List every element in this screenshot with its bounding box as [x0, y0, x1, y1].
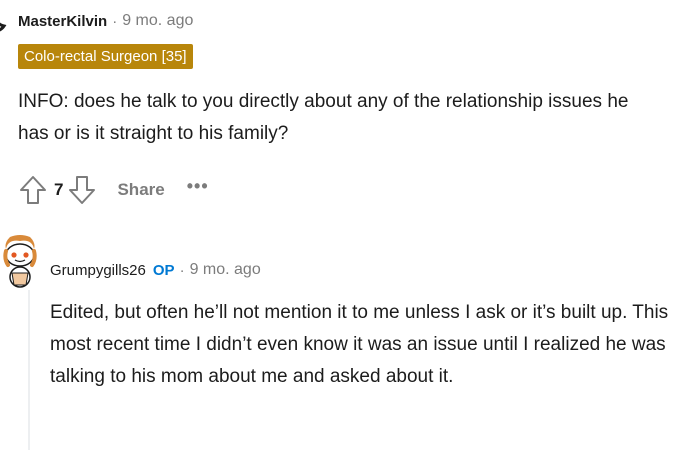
reply-text: Edited, but often he’ll not mention it t… [50, 302, 669, 387]
downvote-icon[interactable] [67, 174, 97, 206]
comment-thread: MasterKilvin · 9 mo. ago Colo-rectal Sur… [0, 0, 700, 450]
meta-separator: · [112, 12, 118, 30]
user-flair: Colo-rectal Surgeon [35] [18, 44, 193, 69]
comment-body: INFO: does he talk to you directly about… [18, 91, 629, 144]
upvote-icon[interactable] [18, 174, 48, 206]
op-badge: OP [152, 261, 175, 279]
reply-header: Grumpygills26 OP · 9 mo. ago [50, 259, 261, 281]
thread-line[interactable] [28, 290, 30, 450]
more-options-button[interactable]: ••• [187, 176, 209, 197]
share-button[interactable]: Share [117, 180, 164, 200]
comment-author[interactable]: MasterKilvin [18, 13, 107, 30]
avatar[interactable] [0, 235, 40, 289]
reply-timestamp[interactable]: 9 mo. ago [190, 261, 261, 279]
comment-header: MasterKilvin · 9 mo. ago [18, 10, 193, 32]
comment-timestamp[interactable]: 9 mo. ago [122, 12, 193, 30]
meta-separator: · [179, 261, 185, 279]
comment-actions: 7 Share ••• [18, 172, 209, 208]
avatar[interactable] [0, 4, 10, 36]
reply-body: Edited, but often he’ll not mention it t… [50, 297, 690, 393]
reply-author[interactable]: Grumpygills26 [50, 262, 146, 279]
vote-count: 7 [54, 180, 64, 199]
